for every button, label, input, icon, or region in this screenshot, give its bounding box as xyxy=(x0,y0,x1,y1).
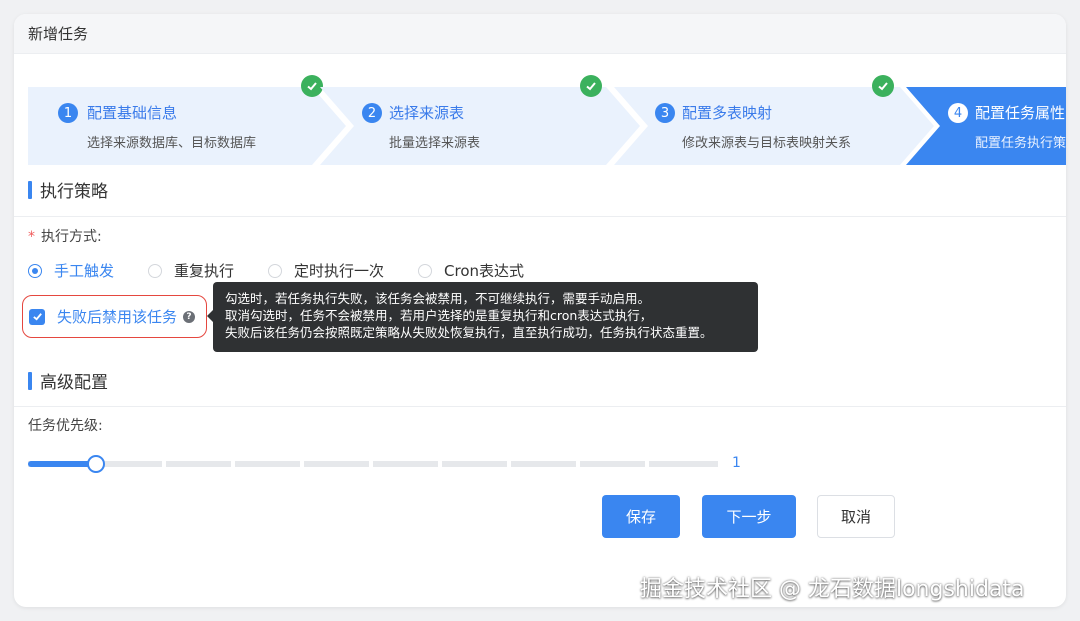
divider xyxy=(14,216,1066,217)
section-accent-bar xyxy=(28,180,32,199)
slider-thumb[interactable] xyxy=(87,455,105,473)
section-title-text: 执行策略 xyxy=(40,182,108,202)
step-description: 修改来源表与目标表映射关系 xyxy=(682,136,852,151)
watermark: 掘金技术社区 @ 龙石数据longshidata xyxy=(640,577,1025,602)
slider-track-segment xyxy=(373,461,438,467)
radio-label: 定时执行一次 xyxy=(294,262,385,280)
exec-mode-label-text: 执行方式: xyxy=(41,229,102,245)
radio-label: Cron表达式 xyxy=(444,262,525,280)
section-strategy-title: 执行策略 xyxy=(28,177,108,202)
exec-mode-label: * 执行方式: xyxy=(28,226,102,246)
radio-dot[interactable] xyxy=(418,263,433,278)
question-icon[interactable]: ? xyxy=(183,310,196,323)
radio-manual-trigger[interactable]: 手工触发 xyxy=(28,260,114,281)
tooltip-line: 勾选时，若任务执行失败，该任务会被禁用，不可继续执行，需要手动启用。 xyxy=(225,291,651,306)
step-title: 配置任务属性 xyxy=(975,104,1066,122)
radio-cron[interactable]: Cron表达式 xyxy=(418,260,524,281)
step-description: 选择来源数据库、目标数据库 xyxy=(87,136,257,151)
divider xyxy=(14,406,1066,407)
step-number: 3 xyxy=(655,103,675,123)
checkbox-label: 失败后禁用该任务 xyxy=(57,308,178,326)
priority-slider[interactable] xyxy=(28,454,718,474)
steps-bar: 1 配置基础信息 选择来源数据库、目标数据库 2 选择来源表 批量选择来源表 3… xyxy=(14,54,1066,174)
slider-track-segment xyxy=(649,461,718,467)
step-1[interactable]: 1 配置基础信息 选择来源数据库、目标数据库 xyxy=(28,75,346,165)
step-description: 批量选择来源表 xyxy=(389,136,481,151)
tooltip-line: 失败后该任务仍会按照既定策略从失败处恢复执行，直至执行成功，任务执行状态重置。 xyxy=(225,325,713,340)
section-accent-bar xyxy=(28,371,32,390)
slider-track-segment xyxy=(442,461,507,467)
required-mark: * xyxy=(28,229,35,245)
slider-track-segment xyxy=(304,461,369,467)
radio-dot[interactable] xyxy=(28,263,42,278)
task-dialog: 新增任务 1 配置基础信息 选择来源数据库、目标数据库 2 选择来源表 批量选择… xyxy=(14,14,1066,607)
step-4[interactable]: 4 配置任务属性 配置任务执行策 xyxy=(906,87,1066,165)
check-circle-icon xyxy=(580,75,602,97)
slider-track-segment xyxy=(580,461,645,467)
step-title: 配置基础信息 xyxy=(87,104,178,122)
slider-track-segment xyxy=(166,461,231,467)
step-number: 4 xyxy=(948,103,968,123)
step-number: 1 xyxy=(58,103,78,123)
check-circle-icon xyxy=(872,75,894,97)
slider-track-segment xyxy=(97,461,162,467)
exec-mode-radio-group: 手工触发 重复执行 定时执行一次 Cron表达式 xyxy=(28,260,558,281)
step-3[interactable]: 3 配置多表映射 修改来源表与目标表映射关系 xyxy=(614,75,934,165)
help-tooltip: 勾选时，若任务执行失败，该任务会被禁用，不可继续执行，需要手动启用。 取消勾选时… xyxy=(207,282,758,352)
slider-track-segment xyxy=(235,461,300,467)
step-title: 配置多表映射 xyxy=(682,104,773,122)
radio-label: 重复执行 xyxy=(174,262,235,280)
section-advanced-title: 高级配置 xyxy=(28,368,108,393)
dialog-title: 新增任务 xyxy=(14,14,1066,54)
radio-dot[interactable] xyxy=(268,263,283,278)
step-number: 2 xyxy=(362,103,382,123)
tooltip-line: 取消勾选时，任务不会被禁用，若用户选择的是重复执行和cron表达式执行， xyxy=(225,308,653,323)
slider-track-segment xyxy=(511,461,576,467)
radio-scheduled-once[interactable]: 定时执行一次 xyxy=(268,260,384,281)
checkbox-checked-icon[interactable] xyxy=(29,308,45,325)
step-2[interactable]: 2 选择来源表 批量选择来源表 xyxy=(320,75,640,165)
priority-value: 1 xyxy=(732,455,741,471)
priority-label: 任务优先级: xyxy=(28,418,103,434)
cancel-button[interactable]: 取消 xyxy=(817,495,895,538)
disable-on-fail-checkbox[interactable]: 失败后禁用该任务 ? xyxy=(22,295,207,338)
radio-label: 手工触发 xyxy=(54,262,115,280)
radio-dot[interactable] xyxy=(148,263,163,278)
save-button[interactable]: 保存 xyxy=(602,495,680,538)
next-step-button[interactable]: 下一步 xyxy=(702,495,796,538)
step-description: 配置任务执行策 xyxy=(975,136,1066,151)
radio-repeat-exec[interactable]: 重复执行 xyxy=(148,260,234,281)
section-title-text: 高级配置 xyxy=(40,373,108,393)
step-title: 选择来源表 xyxy=(389,104,465,122)
